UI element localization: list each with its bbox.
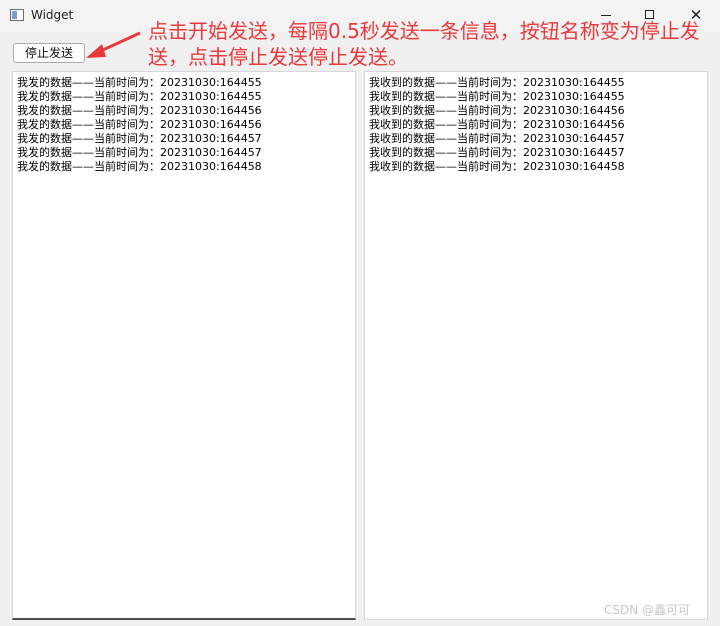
- received-log-line: 我收到的数据——当前时间为：20231030:164455: [369, 76, 625, 89]
- annotation-arrow-icon: [86, 31, 141, 58]
- received-log-line: 我收到的数据——当前时间为：20231030:164457: [369, 146, 625, 159]
- received-log-line: 我收到的数据——当前时间为：20231030:164456: [369, 104, 625, 117]
- watermark: CSDN @鑫可可: [604, 603, 691, 617]
- received-log-line: 我收到的数据——当前时间为：20231030:164458: [369, 160, 625, 173]
- received-log-list: 我收到的数据——当前时间为：20231030:164455 我收到的数据——当前…: [365, 72, 707, 174]
- received-log-line: 我收到的数据——当前时间为：20231030:164457: [369, 132, 625, 145]
- received-log-line: 我收到的数据——当前时间为：20231030:164456: [369, 118, 625, 131]
- app-window-icon: [10, 9, 24, 21]
- sent-log-line: 我发的数据——当前时间为：20231030:164455: [17, 90, 262, 103]
- sent-log-line: 我发的数据——当前时间为：20231030:164457: [17, 132, 262, 145]
- received-log-line: 我收到的数据——当前时间为：20231030:164455: [369, 90, 625, 103]
- stop-send-button[interactable]: 停止发送: [13, 43, 85, 63]
- sent-log-list: 我发的数据——当前时间为：20231030:164455 我发的数据——当前时间…: [13, 72, 355, 174]
- sent-log-line: 我发的数据——当前时间为：20231030:164455: [17, 76, 262, 89]
- sent-log-line: 我发的数据——当前时间为：20231030:164458: [17, 160, 262, 173]
- window-title: Widget: [31, 8, 74, 22]
- sent-log-textbox[interactable]: 我发的数据——当前时间为：20231030:164455 我发的数据——当前时间…: [12, 71, 356, 620]
- sent-log-line: 我发的数据——当前时间为：20231030:164456: [17, 104, 262, 117]
- sent-log-line: 我发的数据——当前时间为：20231030:164457: [17, 146, 262, 159]
- annotation-text: 点击开始发送，每隔0.5秒发送一条信息，按钮名称变为停止发送，点击停止发送停止发…: [148, 19, 700, 69]
- sent-log-line: 我发的数据——当前时间为：20231030:164456: [17, 118, 262, 131]
- received-log-textbox[interactable]: 我收到的数据——当前时间为：20231030:164455 我收到的数据——当前…: [364, 71, 708, 620]
